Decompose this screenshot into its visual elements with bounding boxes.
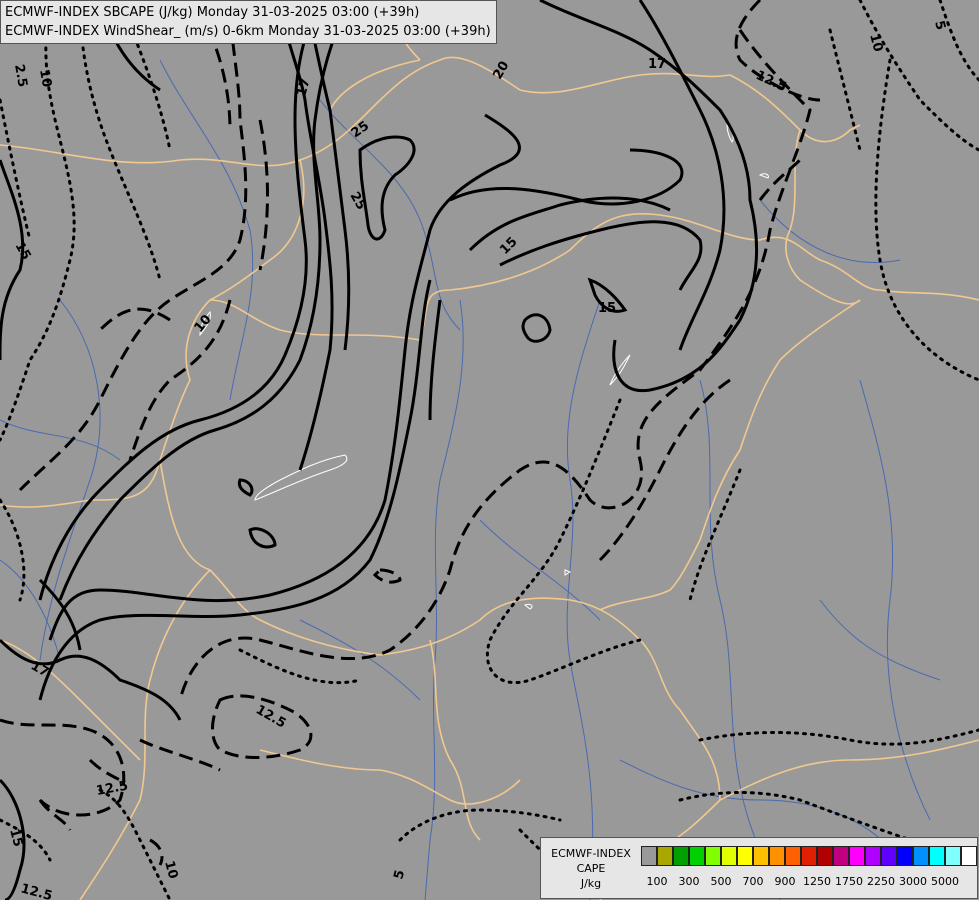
legend-swatch [913, 846, 929, 866]
contour-label: 17 [648, 57, 666, 72]
legend-swatch [753, 846, 769, 866]
legend-swatch [881, 846, 897, 866]
legend-swatch [961, 846, 977, 866]
legend-swatch [929, 846, 945, 866]
legend-swatch [801, 846, 817, 866]
legend-swatch [849, 846, 865, 866]
legend-swatch [657, 846, 673, 866]
legend-swatch [737, 846, 753, 866]
legend-title-line3: J/kg [580, 877, 602, 890]
cape-legend: ECMWF-INDEX CAPE J/kg 100 300 500 700 900 125… [540, 837, 978, 899]
contour-label: 15 [598, 301, 616, 316]
legend-title-line2: CAPE [576, 862, 606, 875]
legend-swatch [945, 846, 961, 866]
legend-tick-label: 1250 [803, 875, 831, 888]
legend-swatch [673, 846, 689, 866]
legend-title: ECMWF-INDEX CAPE J/kg [543, 846, 639, 891]
legend-tick-label: 5000 [931, 875, 959, 888]
legend-swatch [721, 846, 737, 866]
legend-tick-label: 300 [678, 875, 700, 888]
legend-swatch [705, 846, 721, 866]
legend-tick-label: 700 [742, 875, 764, 888]
legend-tick-label: 1750 [835, 875, 863, 888]
map-header: ECMWF-INDEX SBCAPE (J/kg) Monday 31-03-2… [0, 0, 497, 44]
legend-swatch [817, 846, 833, 866]
header-line-sbcape: ECMWF-INDEX SBCAPE (J/kg) Monday 31-03-2… [5, 5, 420, 20]
weather-map: 25 25 20 17 17 12.5 10 5 15 15 10 2.5 10… [0, 0, 979, 900]
legend-tick-label: 2250 [867, 875, 895, 888]
legend-tick-label: 900 [774, 875, 796, 888]
legend-swatch [897, 846, 913, 866]
legend-swatch [785, 846, 801, 866]
legend-swatch [769, 846, 785, 866]
legend-tick-label: 3000 [899, 875, 927, 888]
legend-swatch [865, 846, 881, 866]
legend-swatch [833, 846, 849, 866]
legend-tick-label: 500 [710, 875, 732, 888]
legend-tick-label: 100 [646, 875, 668, 888]
header-line-windshear: ECMWF-INDEX WindShear_ (m/s) 0-6km Monda… [5, 24, 491, 39]
legend-swatch [641, 846, 657, 866]
legend-title-line1: ECMWF-INDEX [551, 847, 631, 860]
legend-swatch [689, 846, 705, 866]
contour-label: 10 [36, 68, 54, 88]
